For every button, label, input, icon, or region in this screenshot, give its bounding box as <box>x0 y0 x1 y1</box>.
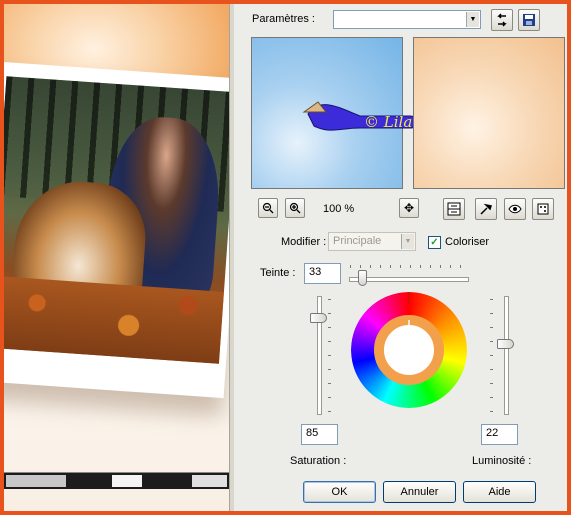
pan-icon: ✥ <box>403 201 415 215</box>
lightness-label: Luminosité : <box>472 455 532 467</box>
colorize-label: Coloriser <box>445 236 490 248</box>
dropdown-arrow-icon[interactable]: ▼ <box>466 12 479 27</box>
image-canvas[interactable] <box>4 4 229 511</box>
save-preset-button[interactable] <box>518 9 540 31</box>
filmstrip <box>4 472 229 489</box>
film-frame <box>192 475 227 487</box>
reset-icon <box>497 13 507 27</box>
pan-button[interactable]: ✥ <box>399 198 419 218</box>
modifier-label: Modifier : <box>281 236 327 248</box>
saturation-input[interactable]: 85 <box>301 424 338 445</box>
colorize-checkbox[interactable]: ✓ <box>428 236 441 249</box>
autumn-leaves <box>4 275 224 364</box>
zoom-out-button[interactable] <box>258 198 278 218</box>
preset-dropdown[interactable]: ▼ <box>333 10 481 29</box>
eye-icon <box>508 204 522 214</box>
preview-before[interactable]: © Lila <box>251 37 418 189</box>
random-icon <box>537 203 549 215</box>
saturation-label: Saturation : <box>290 455 347 467</box>
saturation-slider-thumb[interactable] <box>310 313 327 323</box>
random-button[interactable] <box>532 198 554 220</box>
cancel-button[interactable]: Annuler <box>383 481 456 503</box>
zoom-in-button[interactable] <box>285 198 305 218</box>
eyedropper-button[interactable] <box>475 198 497 220</box>
dropdown-arrow-icon[interactable]: ▼ <box>401 234 414 249</box>
lightness-slider-thumb[interactable] <box>497 339 514 349</box>
hue-label: Teinte : <box>260 267 296 279</box>
photo-image <box>4 76 229 364</box>
save-icon <box>523 14 535 26</box>
signature-watermark: © Lila <box>302 101 418 131</box>
hue-slider-thumb[interactable] <box>358 270 367 286</box>
photo-frame <box>4 61 229 399</box>
film-frame <box>6 475 66 487</box>
help-button[interactable]: Aide <box>463 481 536 503</box>
hue-slider-track[interactable] <box>349 277 469 282</box>
zoom-in-icon <box>289 202 301 214</box>
zoom-out-icon <box>262 202 274 214</box>
reset-button[interactable] <box>491 9 513 31</box>
ok-button[interactable]: OK <box>303 481 376 503</box>
lightness-slider-track[interactable] <box>504 296 509 415</box>
film-frame <box>112 475 142 487</box>
eyedropper-icon <box>480 203 492 215</box>
preview-toggle-icon <box>447 202 461 216</box>
preset-label: Paramètres : <box>252 13 315 25</box>
color-wheel[interactable] <box>349 290 469 410</box>
modifier-value: Principale <box>333 235 382 247</box>
eye-button[interactable] <box>504 198 526 220</box>
preview-after[interactable] <box>413 37 565 189</box>
hue-input[interactable]: 33 <box>304 263 341 284</box>
preview-toggle-button[interactable] <box>443 198 465 220</box>
settings-panel: Paramètres : ▼ © Lila 100 % ✥ Modifier:… <box>234 4 567 511</box>
signature-text: © Lila <box>364 113 412 131</box>
window: Paramètres : ▼ © Lila 100 % ✥ Modifier:… <box>4 4 567 511</box>
zoom-level: 100 % <box>323 203 355 215</box>
modifier-dropdown[interactable]: Principale ▼ <box>328 232 416 251</box>
lightness-input[interactable]: 22 <box>481 424 518 445</box>
